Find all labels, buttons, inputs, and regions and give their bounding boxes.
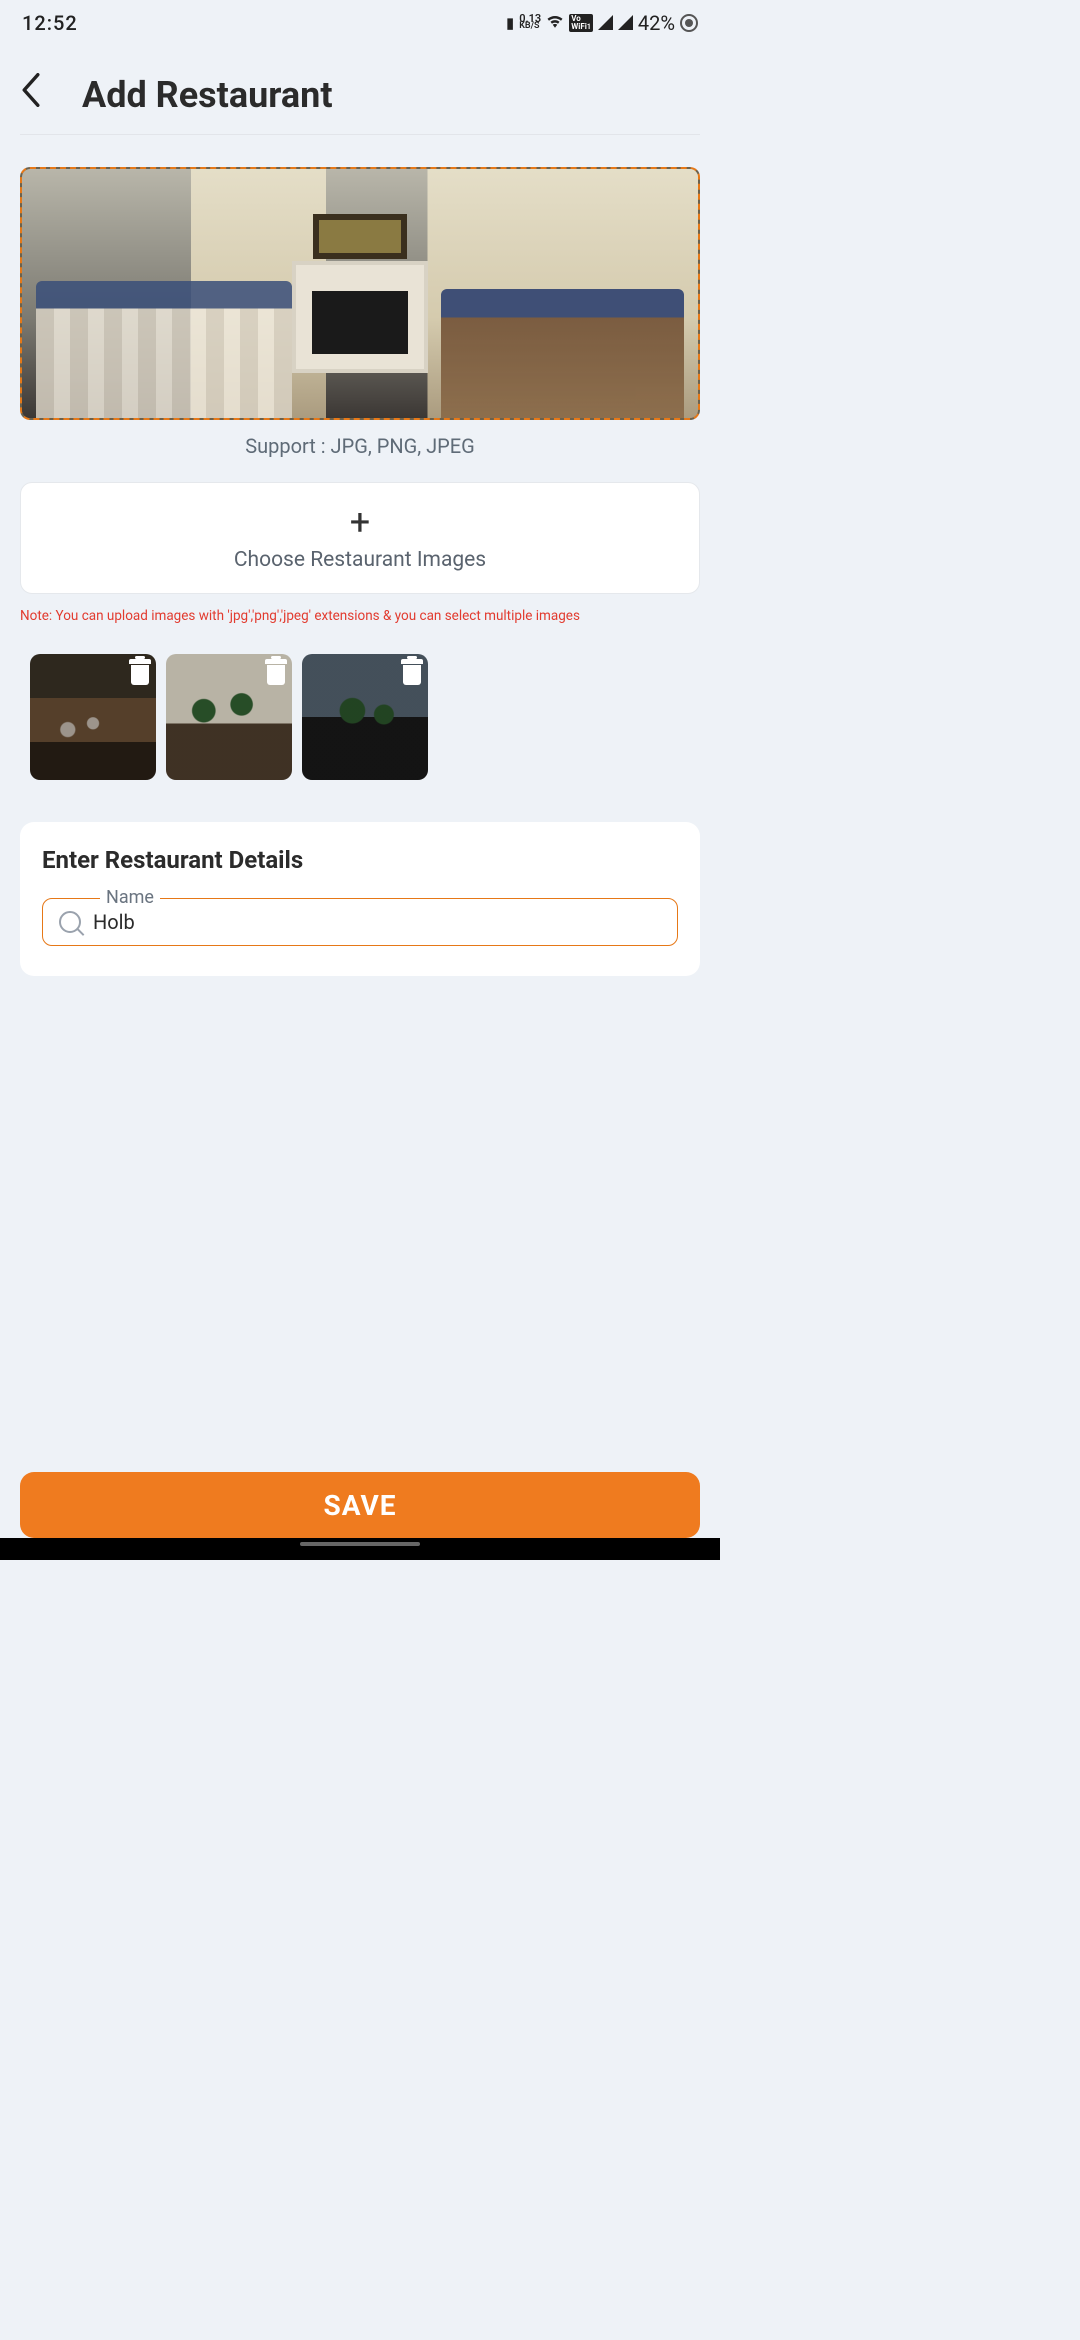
nav-pill[interactable] <box>300 1542 420 1546</box>
back-button[interactable] <box>20 73 42 116</box>
status-time: 12:52 <box>22 11 78 35</box>
thumbnail-3[interactable] <box>302 654 428 780</box>
delete-thumbnail-2-button[interactable] <box>265 659 287 685</box>
signal-icon-1 <box>598 15 613 30</box>
signal-icon-2 <box>618 15 633 30</box>
restaurant-details-card: Enter Restaurant Details Name Holb <box>20 822 700 976</box>
restaurant-main-image <box>22 169 698 418</box>
page-header: Add Restaurant <box>0 45 720 134</box>
main-image-upload-area[interactable] <box>20 167 700 420</box>
vibrate-icon: ▮ <box>506 14 514 32</box>
supported-formats-label: Support : JPG, PNG, JPEG <box>20 434 700 458</box>
delete-thumbnail-1-button[interactable] <box>129 659 151 685</box>
name-input-value: Holb <box>93 910 135 934</box>
thumbnail-1[interactable] <box>30 654 156 780</box>
page-title: Add Restaurant <box>82 74 333 116</box>
vowifi-badge: Vo WiFi1 <box>569 14 593 32</box>
name-field-wrapper: Name Holb <box>42 898 678 946</box>
status-bar: 12:52 ▮ 0.13 KB/S Vo WiFi1 42% <box>0 0 720 45</box>
choose-images-label: Choose Restaurant Images <box>234 548 486 572</box>
wifi-icon <box>546 14 564 32</box>
network-rate: 0.13 KB/S <box>519 15 541 30</box>
details-section-title: Enter Restaurant Details <box>42 846 678 874</box>
image-thumbnails <box>20 654 700 780</box>
battery-percentage: 42% <box>638 11 675 35</box>
choose-images-button[interactable]: + Choose Restaurant Images <box>20 482 700 594</box>
thumbnail-2[interactable] <box>166 654 292 780</box>
status-right: ▮ 0.13 KB/S Vo WiFi1 42% <box>506 11 698 35</box>
delete-thumbnail-3-button[interactable] <box>401 659 423 685</box>
system-nav-bar <box>0 1538 720 1560</box>
search-icon <box>59 911 81 933</box>
plus-icon: + <box>350 504 370 540</box>
content-fade <box>0 1418 720 1452</box>
name-field-label: Name <box>100 887 160 908</box>
save-button[interactable]: SAVE <box>20 1472 700 1538</box>
upload-note: Note: You can upload images with 'jpg','… <box>20 608 700 624</box>
bottom-action-bar: SAVE <box>0 1472 720 1538</box>
battery-ring-icon <box>680 14 698 32</box>
